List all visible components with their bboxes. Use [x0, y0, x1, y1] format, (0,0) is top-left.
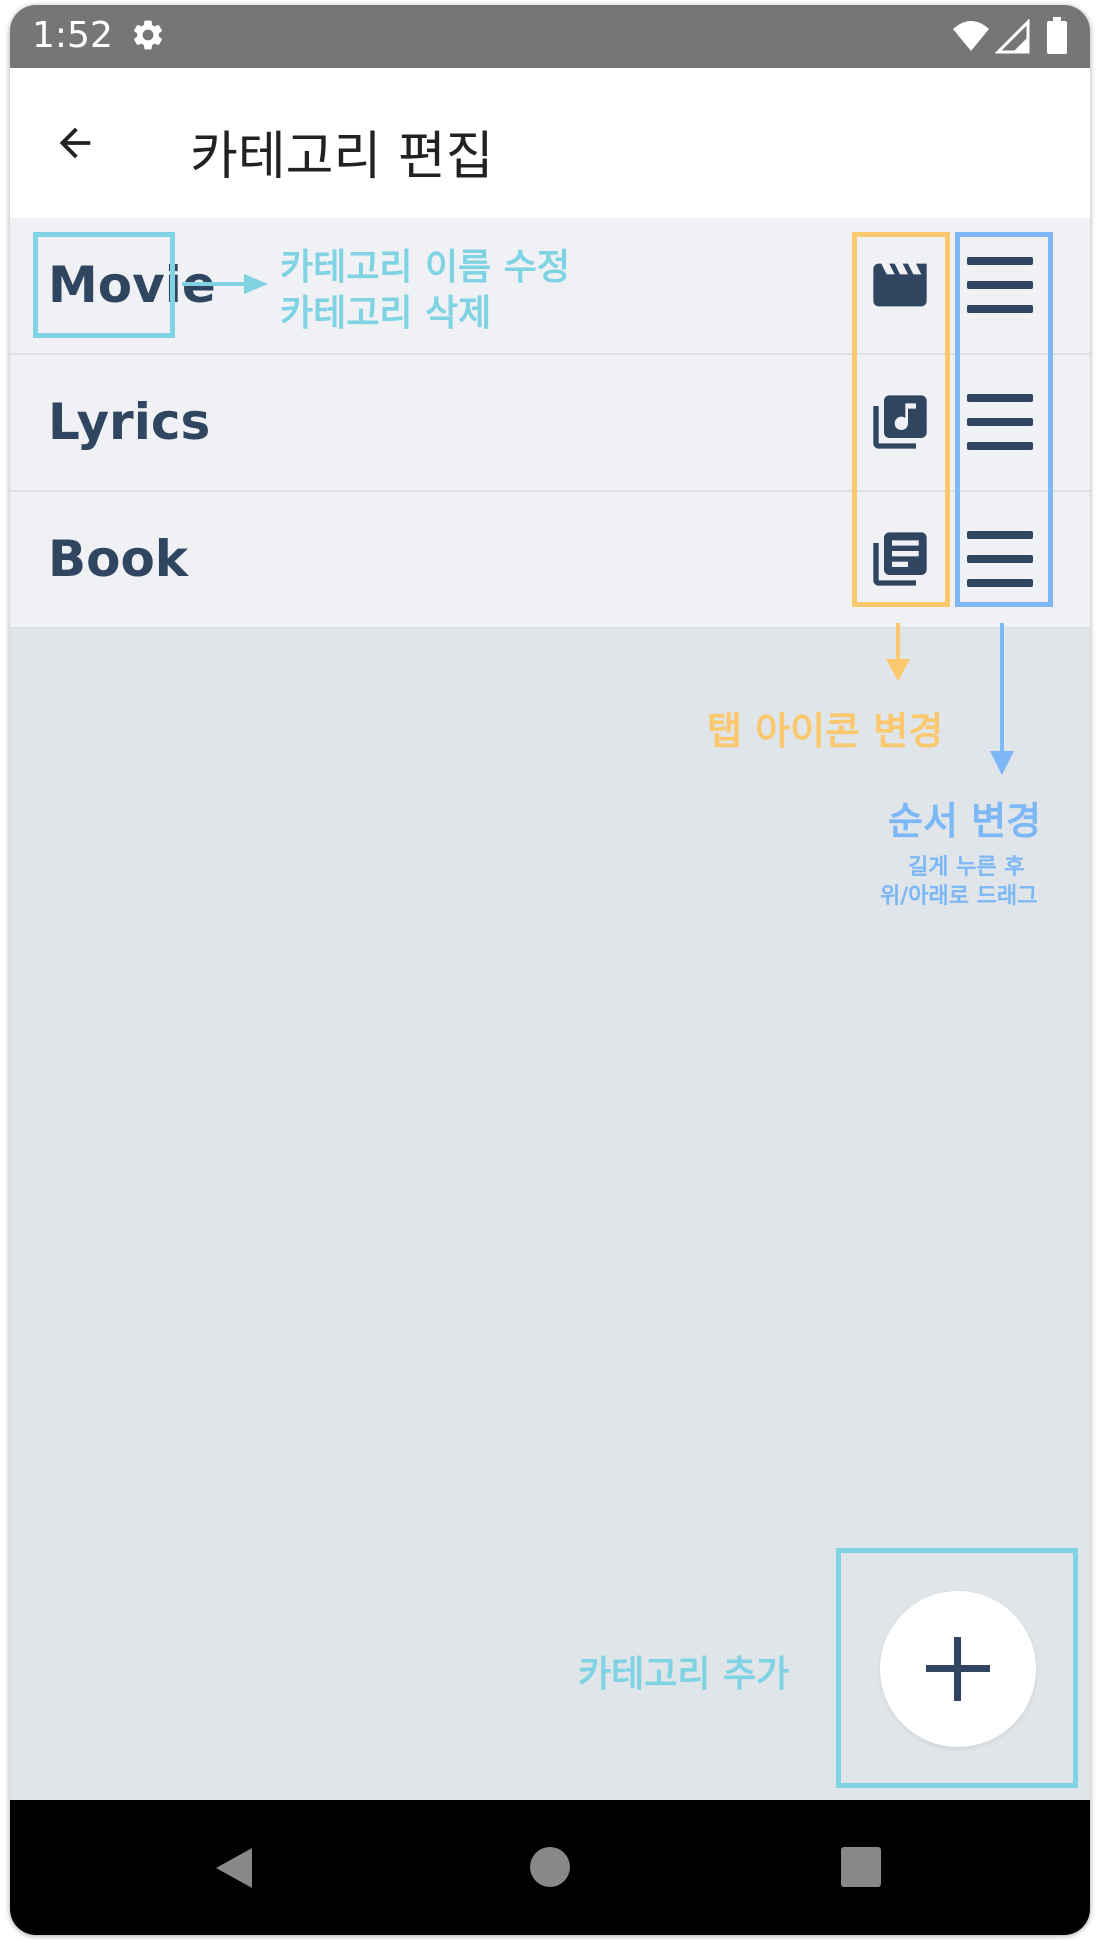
arrow-down-icon — [883, 623, 913, 685]
add-category-button[interactable] — [880, 1591, 1036, 1747]
page-title: 카테고리 편집 — [190, 127, 494, 187]
status-bar: 1:52 — [10, 5, 1090, 68]
arrow-down-icon — [987, 623, 1017, 779]
nav-home-icon[interactable] — [529, 1846, 571, 1892]
status-time: 1:52 — [32, 15, 113, 56]
battery-icon — [1046, 17, 1068, 59]
drag-handle-highlight-box — [955, 232, 1053, 607]
category-label[interactable]: Lyrics — [48, 393, 210, 451]
navigation-bar — [10, 1800, 1090, 1935]
annotation-tab-icon-change: 탭 아이콘 변경 — [707, 709, 944, 753]
nav-back-icon[interactable] — [214, 1846, 254, 1894]
tab-icon-highlight-box — [852, 232, 950, 607]
settings-gear-icon — [130, 17, 166, 57]
device-screen: 1:52 카테고리 편집 Movie Lyrics Book 카테고리 이름 수… — [10, 5, 1090, 1935]
annotation-order-hint-2: 위/아래로 드래그 — [880, 884, 1038, 909]
app-bar: 카테고리 편집 — [10, 68, 1090, 218]
nav-recents-icon[interactable] — [840, 1846, 882, 1892]
annotation-delete: 카테고리 삭제 — [280, 293, 492, 334]
label-highlight-box — [33, 232, 175, 338]
annotation-order-change: 순서 변경 — [888, 799, 1042, 843]
annotation-add-category: 카테고리 추가 — [578, 1654, 790, 1695]
category-label[interactable]: Book — [48, 530, 188, 588]
arrow-back-icon[interactable] — [52, 120, 98, 170]
signal-icon — [994, 18, 1031, 59]
wifi-icon — [952, 19, 990, 57]
arrow-right-icon — [182, 272, 268, 300]
annotation-edit-name: 카테고리 이름 수정 — [280, 247, 571, 288]
annotation-order-hint-1: 길게 누른 후 — [908, 855, 1025, 880]
